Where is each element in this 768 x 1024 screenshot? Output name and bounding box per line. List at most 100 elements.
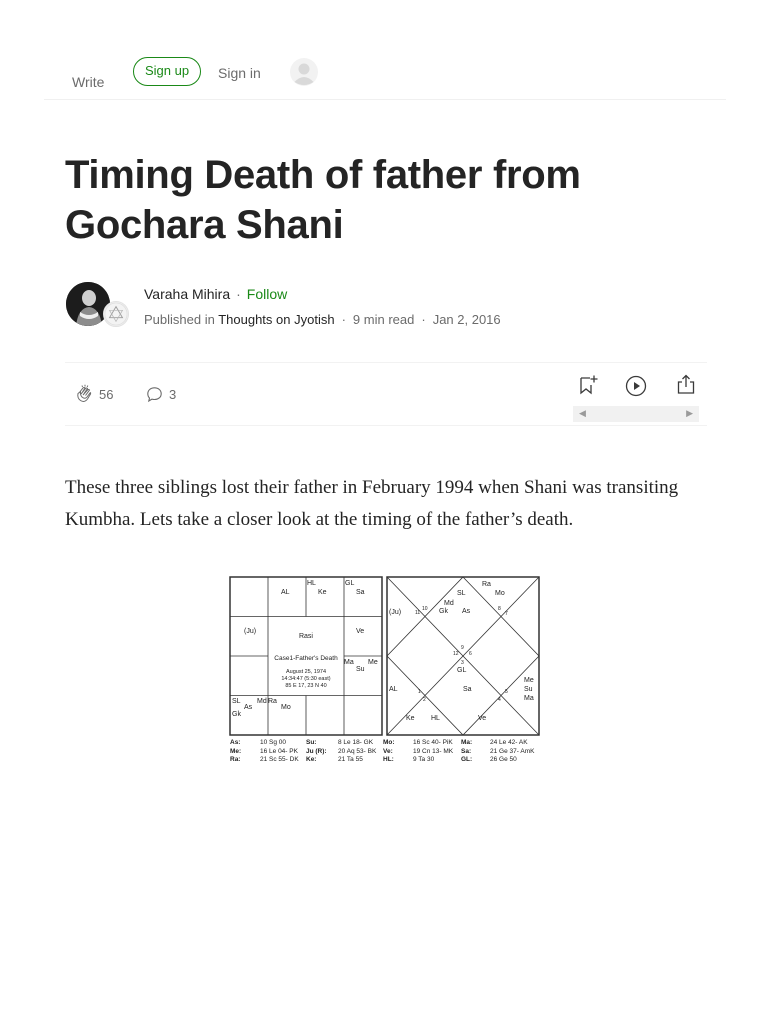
table-value: 21 Sc 55- DK bbox=[260, 756, 299, 763]
action-bar-top-divider bbox=[65, 362, 707, 363]
north-chart-label: Md bbox=[444, 600, 454, 607]
north-chart-label: Ra bbox=[482, 581, 491, 588]
table-value: 10 Sg 00 bbox=[260, 739, 287, 746]
north-chart-label: Ma bbox=[524, 695, 534, 702]
response-count: 3 bbox=[169, 387, 177, 402]
rasi-cell-text: HL bbox=[307, 580, 316, 587]
house-number: 3 bbox=[461, 660, 464, 666]
response-icon[interactable] bbox=[146, 386, 163, 403]
north-chart-label: Ve bbox=[478, 715, 486, 722]
rasi-cell-text: GL bbox=[345, 580, 354, 587]
horoscope-charts: AL HL Ke GL Sa (Ju) Ve Ma Me Su SL Md As… bbox=[229, 576, 540, 736]
north-chart-label: Gk bbox=[439, 608, 448, 615]
action-bar-bottom-divider bbox=[65, 425, 707, 426]
north-chart-label: Su bbox=[524, 686, 533, 693]
horoscope-chart-image: AL HL Ke GL Sa (Ju) Ve Ma Me Su SL Md As… bbox=[228, 575, 542, 769]
house-number: 10 bbox=[422, 606, 428, 612]
table-value: 9 Ta 30 bbox=[413, 756, 435, 763]
table-key: Ke: bbox=[306, 756, 317, 763]
rasi-cell-text: Gk bbox=[232, 711, 241, 718]
rasi-cell-text: Mo bbox=[281, 704, 291, 711]
article-meta: Published in Thoughts on Jyotish · 9 min r… bbox=[144, 312, 501, 327]
rasi-cell-text: Ra bbox=[268, 698, 277, 705]
play-icon[interactable] bbox=[625, 375, 647, 397]
table-row: Me: 16 Le 04- PK Ju (R): 20 Aq 53- BK Ve… bbox=[228, 748, 542, 757]
table-key: Ve: bbox=[383, 747, 393, 755]
published-in-label: Published in bbox=[144, 312, 215, 327]
house-number: 2 bbox=[423, 697, 426, 703]
publish-date: Jan 2, 2016 bbox=[432, 312, 501, 327]
author-name[interactable]: Varaha Mihira bbox=[144, 286, 230, 302]
house-number: 12 bbox=[453, 651, 459, 657]
user-icon[interactable] bbox=[290, 58, 318, 86]
table-value: 24 Le 42- AK bbox=[490, 739, 528, 746]
house-number: 4 bbox=[498, 697, 501, 703]
north-chart-label: SL bbox=[457, 590, 466, 597]
north-chart-label: (Ju) bbox=[389, 609, 401, 616]
clap-count: 56 bbox=[99, 387, 114, 402]
follow-button[interactable]: Follow bbox=[247, 286, 287, 302]
house-number: 6 bbox=[469, 651, 472, 657]
table-key: Mo: bbox=[383, 739, 395, 746]
article-title: Timing Death of father from Gochara Shan… bbox=[65, 153, 581, 247]
publication-badge-icon[interactable] bbox=[103, 301, 129, 327]
north-chart-label: As bbox=[462, 608, 471, 615]
table-value: 20 Aq 53- BK bbox=[338, 747, 377, 755]
north-chart-label: Me bbox=[524, 677, 534, 684]
table-value: 8 Le 18- GK bbox=[338, 739, 374, 746]
table-row: Ra: 21 Sc 55- DK Ke: 21 Ta 55 HL: 9 Ta 3… bbox=[228, 756, 542, 765]
table-value: 19 Cn 13- MK bbox=[413, 747, 454, 755]
share-icon[interactable] bbox=[675, 373, 697, 395]
table-key: GL: bbox=[461, 756, 473, 763]
rasi-center-label: Rasi bbox=[299, 633, 313, 640]
north-chart-label: Mo bbox=[495, 590, 505, 597]
sign-in-link[interactable]: Sign in bbox=[218, 65, 261, 81]
table-key: Ma: bbox=[461, 739, 473, 746]
table-value: 26 Ge 50 bbox=[490, 756, 517, 763]
birth-place: 85 E 17, 23 N 40 bbox=[285, 683, 326, 689]
table-value: 21 Ge 37- AmK bbox=[490, 747, 535, 755]
top-nav: Write Sign up Sign in bbox=[0, 0, 768, 100]
separator-dot: · bbox=[421, 312, 426, 327]
north-chart-label: Sa bbox=[463, 686, 472, 693]
table-key: Su: bbox=[306, 739, 317, 746]
house-number: 11 bbox=[415, 610, 420, 616]
planet-positions-table: As: 10 Sg 00 Su: 8 Le 18- GK Mo: 16 Sc 4… bbox=[228, 739, 542, 765]
rasi-cell-text: Su bbox=[356, 666, 365, 673]
rasi-cell-text: As bbox=[244, 704, 253, 711]
table-value: 16 Le 04- PK bbox=[260, 747, 298, 755]
clap-icon[interactable] bbox=[74, 384, 94, 404]
table-value: 21 Ta 55 bbox=[338, 756, 363, 763]
rasi-cell-text: Ke bbox=[318, 589, 327, 596]
nav-divider bbox=[44, 99, 726, 100]
rasi-cell-text: Ma bbox=[344, 659, 354, 666]
birth-date: August 25, 1974 bbox=[286, 669, 326, 675]
house-number: 9 bbox=[461, 645, 464, 651]
house-number: 7 bbox=[505, 611, 508, 617]
rasi-cell-text: Sa bbox=[356, 589, 365, 596]
house-number: 1 bbox=[418, 689, 421, 695]
table-key: HL: bbox=[383, 756, 394, 763]
rasi-cell-text: Md bbox=[257, 698, 267, 705]
table-row: As: 10 Sg 00 Su: 8 Le 18- GK Mo: 16 Sc 4… bbox=[228, 739, 542, 748]
table-key: Ju (R): bbox=[306, 747, 327, 755]
scroll-right-icon[interactable]: ▶ bbox=[686, 408, 693, 419]
scroll-left-icon[interactable]: ◀ bbox=[579, 408, 586, 419]
bookmark-add-icon[interactable] bbox=[577, 374, 599, 396]
table-key: As: bbox=[230, 739, 241, 746]
write-link[interactable]: Write bbox=[72, 74, 104, 90]
table-value: 16 Sc 40- PiK bbox=[413, 739, 453, 746]
horizontal-scrollbar[interactable]: ◀ ▶ bbox=[573, 406, 699, 422]
house-number: 8 bbox=[498, 606, 501, 612]
read-time: 9 min read bbox=[352, 312, 415, 327]
rasi-cell-text: Ve bbox=[356, 628, 364, 635]
north-chart-label: Ke bbox=[406, 715, 415, 722]
birth-time: 14:34:47 (5:30 east) bbox=[281, 676, 330, 682]
publication-link[interactable]: Thoughts on Jyotish bbox=[218, 312, 334, 327]
rasi-cell-text: Me bbox=[368, 659, 378, 666]
north-chart-label: GL bbox=[457, 667, 466, 674]
sign-up-button[interactable]: Sign up bbox=[133, 57, 201, 86]
table-key: Me: bbox=[230, 747, 242, 755]
north-chart-label: AL bbox=[389, 686, 398, 693]
rasi-cell-text: (Ju) bbox=[244, 628, 256, 635]
